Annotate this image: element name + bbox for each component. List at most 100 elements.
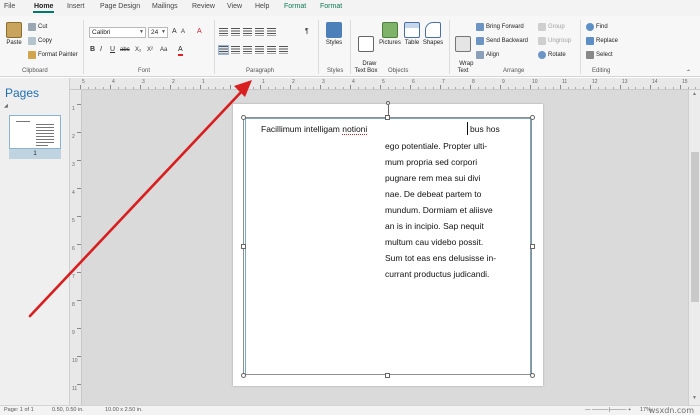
group-separator [214, 20, 215, 74]
resize-handle[interactable] [385, 372, 390, 378]
show-paragraph-marks-button[interactable]: ¶ [305, 28, 309, 35]
select-button[interactable]: Select [586, 51, 613, 59]
misspelled-word[interactable]: notioni [342, 124, 368, 135]
resize-handle[interactable] [529, 372, 535, 378]
tab-insert[interactable]: Insert [67, 3, 85, 10]
change-case-button[interactable]: Aa [160, 47, 167, 53]
increase-indent-button[interactable] [255, 28, 264, 36]
resize-handle[interactable] [529, 114, 535, 120]
vertical-ruler[interactable]: 1 2 3 4 5 6 7 8 9 10 11 [70, 90, 82, 405]
ruler-tick [680, 85, 681, 89]
text-line: Sum tot eas ens delusisse in- [385, 253, 497, 263]
wrap-text-button[interactable]: Wrap Text [452, 22, 474, 82]
resize-handle[interactable] [385, 114, 390, 120]
ruler-tick [77, 104, 81, 105]
table-button[interactable]: Table [402, 22, 422, 47]
scrollbar-thumb[interactable] [691, 152, 699, 302]
tab-view[interactable]: View [227, 3, 242, 10]
chevron-down-icon: ▼ [139, 29, 144, 35]
replace-button[interactable]: Replace [586, 37, 618, 45]
ruler-number: 6 [412, 79, 415, 85]
text-line: nae. De debeat partem to [385, 189, 482, 199]
group-button[interactable]: Group [538, 23, 565, 31]
collapse-panel-icon[interactable]: ◢ [4, 103, 8, 109]
styles-icon [326, 22, 342, 38]
distribute-button[interactable] [267, 46, 276, 54]
text-line: pugnare rem mea sui divi [385, 173, 481, 183]
zoom-slider[interactable]: — ———|——— + [585, 407, 631, 413]
cut-button[interactable]: Cut [28, 23, 47, 31]
tab-format[interactable]: Format [320, 3, 342, 10]
clear-format-button[interactable]: A [197, 28, 202, 35]
tab-page-design[interactable]: Page Design [100, 3, 140, 10]
shrink-font-button[interactable]: A [181, 29, 185, 35]
thumbnail-text-line [36, 133, 54, 134]
ruler-number: 3 [142, 79, 145, 85]
ruler-minor-tick [537, 87, 539, 89]
find-button[interactable]: Find [586, 23, 608, 31]
page-thumbnail[interactable] [9, 115, 61, 149]
draw-text-box-button[interactable]: Draw Text Box [353, 22, 379, 82]
strikethrough-button[interactable]: abc [120, 47, 130, 53]
ruler-number: 3 [72, 162, 75, 168]
object-size: 10.00 x 2.50 in. [105, 407, 143, 413]
pictures-button[interactable]: Pictures [377, 22, 403, 47]
bold-button[interactable]: B [90, 46, 95, 53]
ruler-tick [500, 85, 501, 89]
decrease-indent-button[interactable] [243, 28, 252, 36]
italic-button[interactable]: I [100, 46, 102, 53]
align-button[interactable]: Align [476, 51, 499, 59]
send-backward-button[interactable]: Send Backward [476, 37, 528, 45]
line-spacing-button[interactable] [267, 28, 276, 36]
ruler-tick [260, 85, 261, 89]
center-button[interactable] [231, 46, 240, 54]
text-column-2-first-line[interactable]: bus hos [470, 124, 500, 134]
shapes-button[interactable]: Shapes [421, 22, 445, 47]
ruler-tick [590, 85, 591, 89]
resize-handle[interactable] [240, 114, 246, 120]
text-column-2[interactable]: ego potentiale. Propter ulti-mum propria… [385, 139, 535, 283]
rotation-handle[interactable] [386, 101, 390, 105]
grow-font-button[interactable]: A [172, 28, 177, 35]
scroll-up-icon[interactable]: ▲ [692, 91, 697, 97]
font-color-button[interactable]: A [178, 46, 183, 56]
superscript-button[interactable]: X² [147, 47, 153, 53]
text-column-1[interactable]: Facillimum intelligam notioni [261, 124, 368, 135]
paste-button[interactable]: Paste [4, 22, 24, 47]
tab-review[interactable]: Review [192, 3, 215, 10]
scroll-down-icon[interactable]: ▼ [692, 395, 697, 401]
subscript-button[interactable]: X₂ [135, 47, 141, 53]
vertical-scrollbar[interactable]: ▲ ▼ [688, 90, 700, 405]
ungroup-button[interactable]: Ungroup [538, 37, 571, 45]
bring-forward-icon [476, 23, 484, 31]
ruler-minor-tick [582, 87, 584, 89]
rotate-icon [538, 51, 546, 59]
bullets-button[interactable] [219, 28, 228, 36]
justify-button[interactable] [255, 46, 264, 54]
resize-handle[interactable] [240, 372, 246, 378]
tab-mailings[interactable]: Mailings [152, 3, 178, 10]
tab-file[interactable]: File [4, 3, 15, 10]
font-name-box[interactable]: Calibri ▼ [89, 27, 146, 38]
copy-button[interactable]: Copy [28, 37, 52, 45]
ruler-minor-tick [87, 87, 89, 89]
font-size-box[interactable]: 24 ▼ [148, 27, 168, 38]
columns-button[interactable] [279, 46, 288, 54]
rotate-button[interactable]: Rotate [538, 51, 566, 59]
bring-forward-button[interactable]: Bring Forward [476, 23, 524, 31]
resize-handle[interactable] [240, 243, 246, 249]
ruler-tick [320, 85, 321, 89]
numbering-button[interactable] [231, 28, 240, 36]
underline-button[interactable]: U [110, 46, 115, 53]
ruler-tick [200, 85, 201, 89]
styles-button[interactable]: Styles [322, 22, 346, 47]
tab-home[interactable]: Home [32, 3, 55, 13]
horizontal-ruler[interactable]: 5 4 3 2 1 1 2 3 4 5 6 7 8 9 10 11 12 13 14 15 [70, 78, 700, 90]
align-right-button[interactable] [243, 46, 252, 54]
collapse-ribbon-icon[interactable]: ⌃ [686, 69, 691, 76]
format-painter-button[interactable]: Format Painter [28, 51, 78, 59]
tab-help[interactable]: Help [255, 3, 269, 10]
align-left-button[interactable] [218, 45, 229, 55]
table-icon [404, 22, 420, 38]
tab-format[interactable]: Format [284, 3, 306, 10]
